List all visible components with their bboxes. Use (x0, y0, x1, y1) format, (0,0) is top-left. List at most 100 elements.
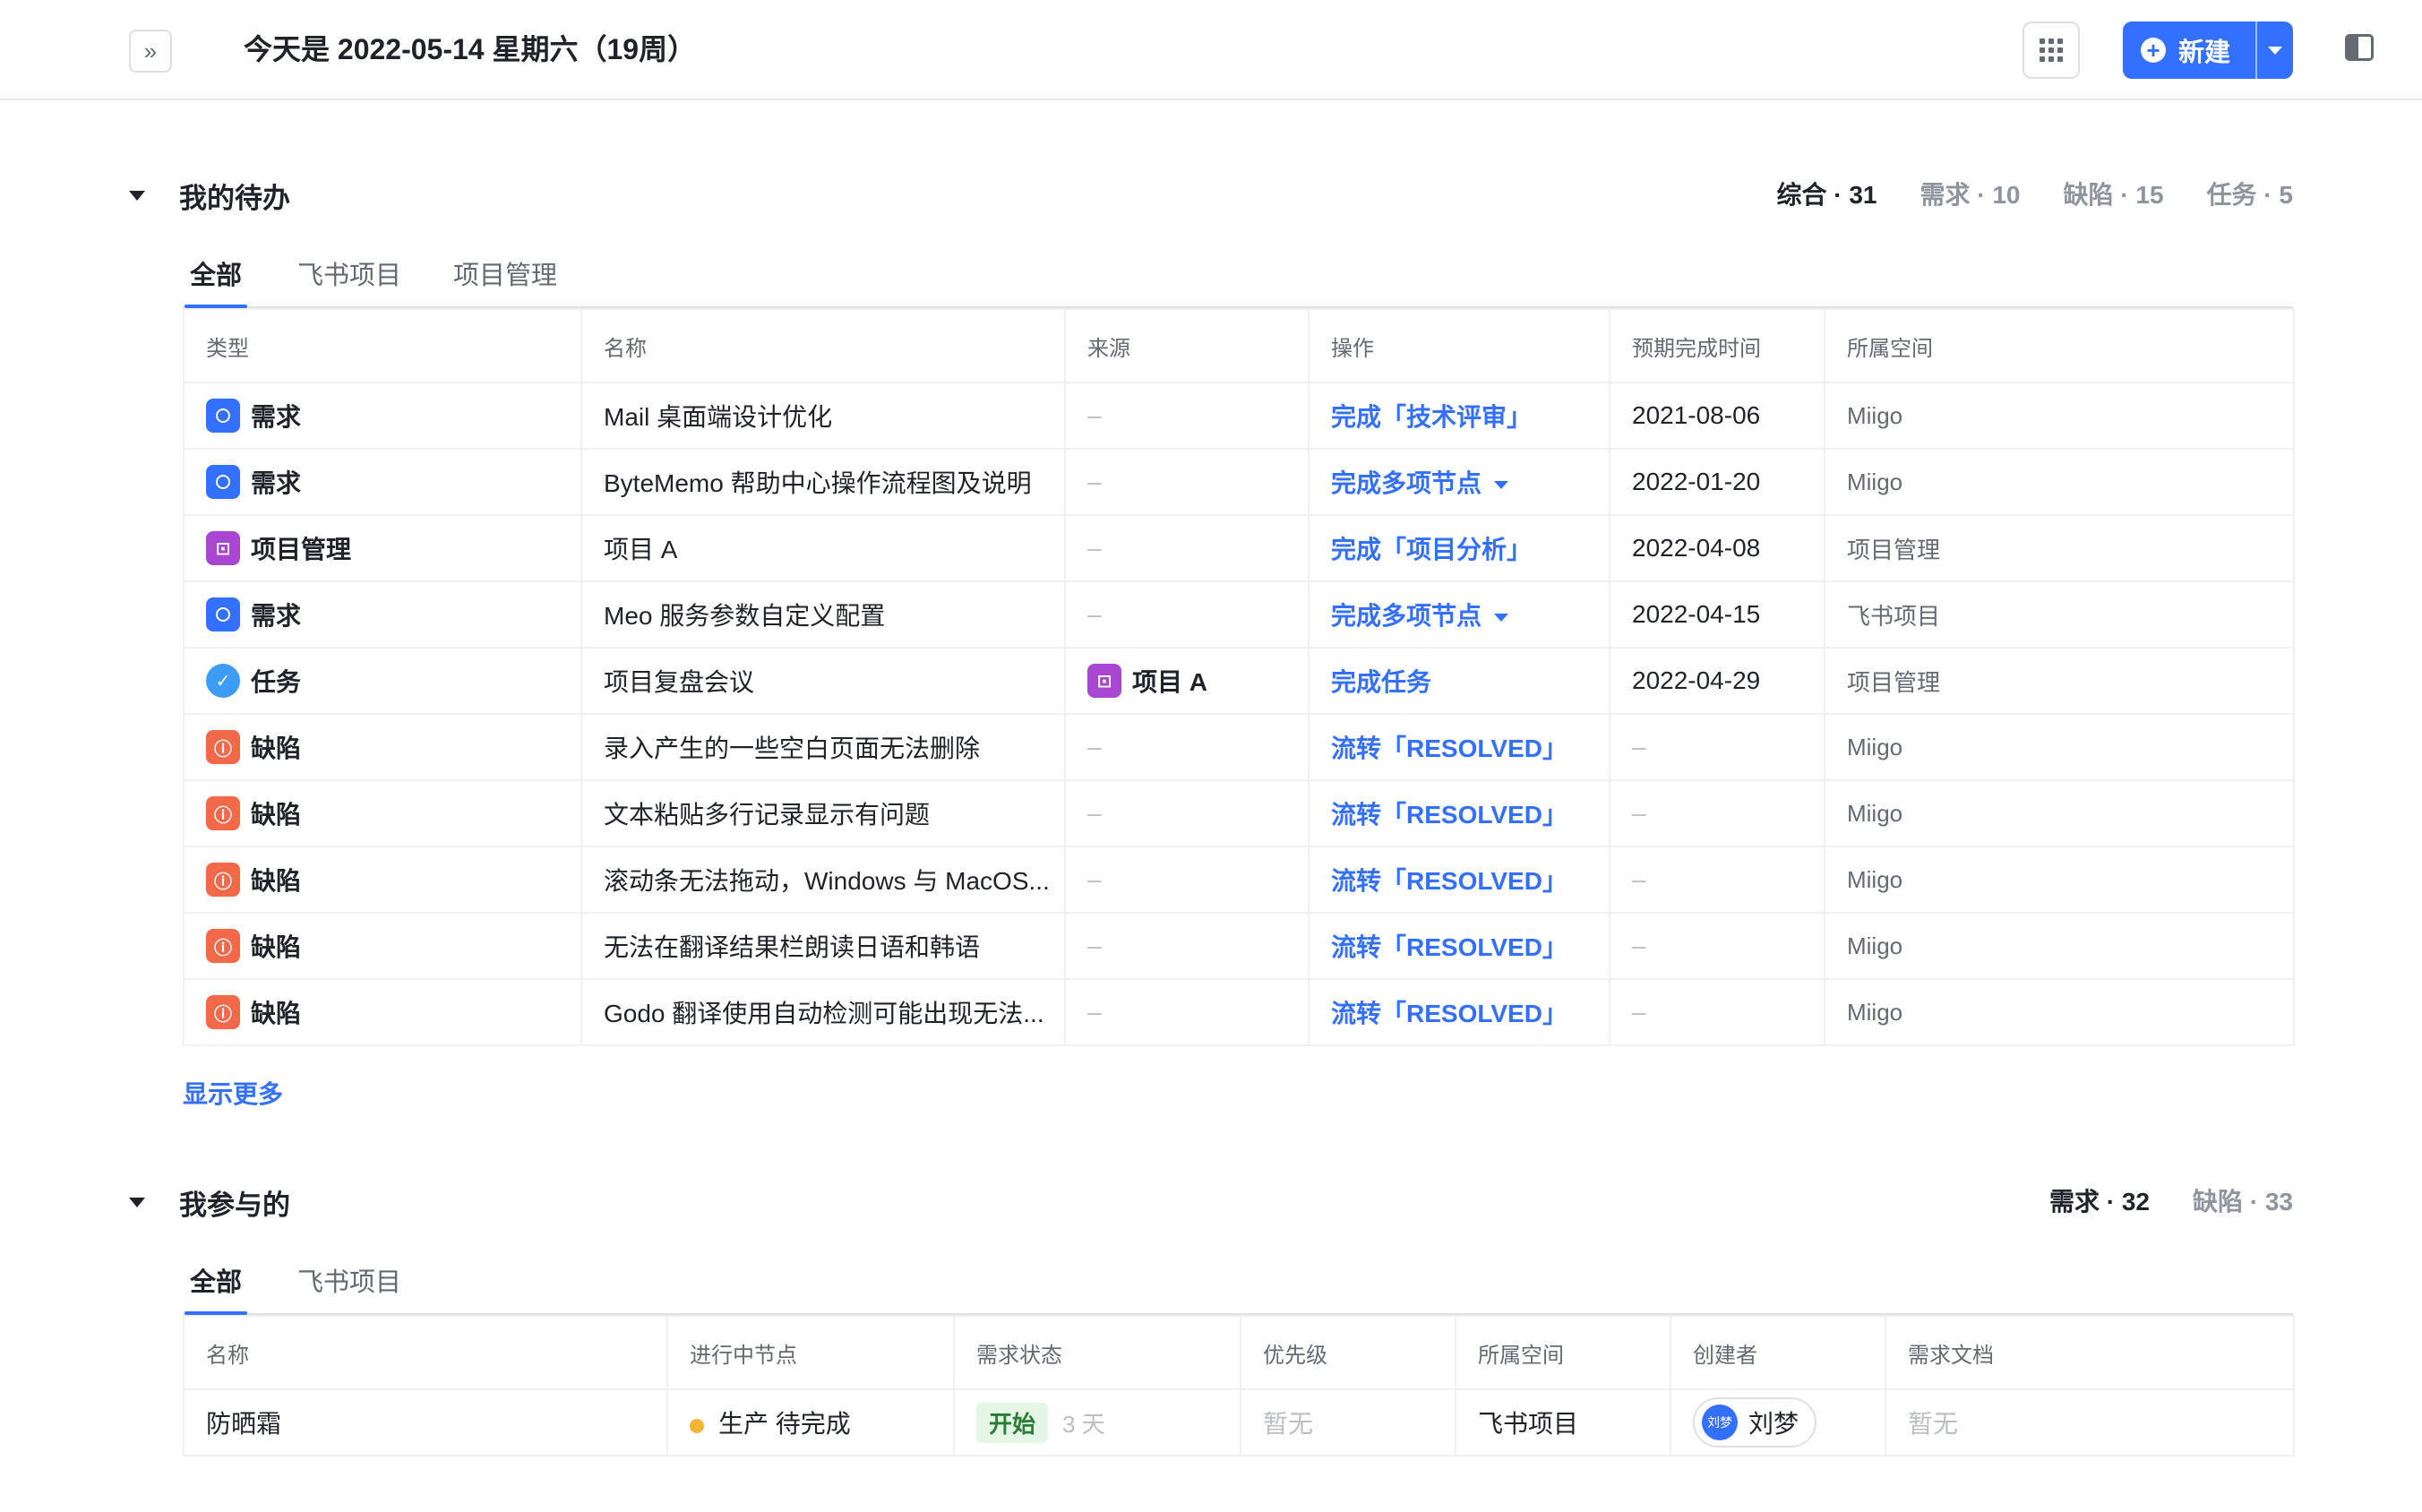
operation-cell[interactable]: 流转「RESOLVED」 (1308, 713, 1610, 781)
table-header-row: 类型 名称 来源 操作 预期完成时间 所属空间 (183, 308, 2295, 383)
new-dropdown-button[interactable] (2257, 46, 2293, 55)
stat-filter[interactable]: 需求 · 10 (1920, 176, 2020, 211)
stat-filter[interactable]: 需求 · 32 (2049, 1182, 2150, 1218)
tab-feishu-project[interactable]: 飞书项目 (297, 254, 401, 306)
due-date: 2022-04-08 (1609, 514, 1825, 582)
due-date: 2022-04-15 (1609, 580, 1825, 649)
creator-chip[interactable]: 刘梦 刘梦 (1693, 1397, 1817, 1448)
section-title: 我的待办 (179, 183, 290, 214)
operation-cell[interactable]: 流转「RESOLVED」 (1308, 779, 1610, 847)
item-name[interactable]: 录入产生的一些空白页面无法删除 (580, 713, 1066, 781)
operation-cell[interactable]: 流转「RESOLVED」 (1308, 912, 1610, 980)
operation-cell[interactable]: 完成任务 (1308, 647, 1610, 715)
operation-link[interactable]: 完成「项目分析」 (1331, 536, 1532, 563)
apps-button[interactable] (2023, 21, 2080, 79)
side-panel-toggle-icon[interactable] (2345, 34, 2374, 61)
table-row[interactable]: 需求 ByteMemo 帮助中心操作流程图及说明 – 完成多项节点 2022-01-20… (183, 448, 2295, 516)
bug-icon: ⓘ (206, 730, 240, 764)
tab-project-management[interactable]: 项目管理 (453, 254, 557, 306)
show-more-link[interactable]: 显示更多 (183, 1075, 283, 1111)
status-cell[interactable]: 开始 3 天 (953, 1388, 1241, 1456)
item-name[interactable]: Godo 翻译使用自动检测可能出现无法... (580, 978, 1066, 1046)
node-label: 生产 待完成 (718, 1410, 851, 1438)
collapse-caret-icon[interactable] (129, 1198, 145, 1207)
operation-cell[interactable]: 完成「项目分析」 (1308, 514, 1610, 582)
operation-link[interactable]: 流转「RESOLVED」 (1331, 1000, 1567, 1027)
stat-filter[interactable]: 任务 · 5 (2207, 176, 2293, 211)
table-row[interactable]: 需求 Meo 服务参数自定义配置 – 完成多项节点 2022-04-15 飞书项目 (183, 580, 2295, 649)
operation-cell[interactable]: 流转「RESOLVED」 (1308, 846, 1610, 914)
operation-link[interactable]: 完成多项节点 (1331, 602, 1482, 630)
due-date: – (1609, 713, 1825, 781)
operation-link[interactable]: 流转「RESOLVED」 (1331, 867, 1567, 895)
table-header-row: 名称 进行中节点 需求状态 优先级 所属空间 创建者 需求文档 (183, 1315, 2295, 1390)
source-value: – (1087, 401, 1102, 429)
item-name[interactable]: 文本粘贴多行记录显示有问题 (580, 779, 1066, 847)
table-row[interactable]: ⓘ 缺陷 滚动条无法拖动，Windows 与 MacOS... – 流转「RESOLVE… (183, 846, 2295, 914)
item-name[interactable]: 防晒霜 (183, 1388, 668, 1456)
collapse-caret-icon[interactable] (129, 191, 145, 201)
table-row[interactable]: ⓘ 缺陷 录入产生的一些空白页面无法删除 – 流转「RESOLVED」 – Miigo (183, 713, 2295, 781)
operation-link[interactable]: 流转「RESOLVED」 (1331, 801, 1567, 829)
column-header: 优先级 (1240, 1315, 1456, 1390)
stat-filter[interactable]: 综合 · 31 (1776, 176, 1877, 211)
tab-feishu-project[interactable]: 飞书项目 (297, 1261, 401, 1313)
operation-cell[interactable]: 完成多项节点 (1308, 580, 1610, 649)
stat-filter[interactable]: 缺陷 · 33 (2193, 1182, 2293, 1218)
operation-link[interactable]: 完成任务 (1331, 668, 1431, 696)
column-header: 所属空间 (1824, 308, 2295, 383)
operation-link[interactable]: 完成「技术评审」 (1331, 403, 1532, 431)
item-name[interactable]: Mail 桌面端设计优化 (580, 382, 1066, 450)
todo-tabs: 全部 飞书项目 项目管理 (183, 245, 2293, 308)
item-name[interactable]: 无法在翻译结果栏朗读日语和韩语 (580, 912, 1066, 980)
bug-icon: ⓘ (206, 995, 240, 1029)
table-row[interactable]: ⓘ 缺陷 无法在翻译结果栏朗读日语和韩语 – 流转「RESOLVED」 – Miigo (183, 912, 2295, 980)
table-row[interactable]: ✓ 任务 项目复盘会议 ⊡ 项目 A 完成任务 2022-04-29 项目管理 (183, 647, 2295, 715)
caret-down-icon[interactable] (1494, 481, 1509, 490)
space-cell: 飞书项目 (1455, 1388, 1671, 1456)
operation-link[interactable]: 流转「RESOLVED」 (1331, 933, 1567, 961)
operation-cell[interactable]: 完成「技术评审」 (1308, 382, 1610, 450)
column-header: 类型 (183, 308, 582, 383)
type-label: 缺陷 (251, 867, 302, 895)
operation-cell[interactable]: 完成多项节点 (1308, 448, 1610, 516)
item-name[interactable]: 滚动条无法拖动，Windows 与 MacOS... (580, 846, 1066, 914)
source-cell: – (1064, 912, 1310, 980)
tab-all[interactable]: 全部 (184, 254, 248, 308)
operation-cell[interactable]: 流转「RESOLVED」 (1308, 978, 1610, 1046)
table-row[interactable]: ⓘ 缺陷 文本粘贴多行记录显示有问题 – 流转「RESOLVED」 – Miigo (183, 779, 2295, 847)
source-link[interactable]: 项目 A (1132, 663, 1207, 699)
column-header: 预期完成时间 (1609, 308, 1825, 383)
table-row[interactable]: 防晒霜 生产 待完成 开始 3 天暂无 飞书项目 刘梦 刘梦 暂无 (183, 1388, 2295, 1456)
tab-all[interactable]: 全部 (184, 1261, 248, 1315)
item-name[interactable]: 项目 A (580, 514, 1066, 582)
table-row[interactable]: ⓘ 缺陷 Godo 翻译使用自动检测可能出现无法... – 流转「RESOLVED」 – M… (183, 978, 2295, 1046)
item-name[interactable]: Meo 服务参数自定义配置 (580, 580, 1066, 649)
requirement-icon (206, 597, 240, 631)
operation-link[interactable]: 流转「RESOLVED」 (1331, 735, 1567, 762)
space-cell: Miigo (1824, 846, 2295, 914)
type-label: 缺陷 (251, 801, 302, 829)
status-badge[interactable]: 开始 (976, 1402, 1049, 1443)
item-name[interactable]: ByteMemo 帮助中心操作流程图及说明 (580, 448, 1066, 516)
doc-cell: 暂无 (1885, 1388, 2295, 1456)
new-button[interactable]: + 新建 (2123, 21, 2255, 79)
item-name[interactable]: 项目复盘会议 (580, 647, 1066, 715)
space-cell: Miigo (1824, 978, 2295, 1046)
operation-link[interactable]: 完成多项节点 (1331, 469, 1482, 497)
todo-section-header[interactable]: 我的待办 (129, 176, 290, 216)
space-cell: 项目管理 (1824, 647, 2295, 715)
expand-sidebar-button[interactable]: » (129, 30, 172, 73)
type-cell: ⊡ 项目管理 (183, 514, 582, 582)
new-button-group: + 新建 (2123, 21, 2293, 79)
source-cell: – (1064, 580, 1310, 649)
stat-filter[interactable]: 缺陷 · 15 (2064, 176, 2164, 211)
due-date: – (1609, 978, 1825, 1046)
table-row[interactable]: 需求 Mail 桌面端设计优化 – 完成「技术评审」 2021-08-06 Miigo (183, 382, 2295, 450)
source-value: – (1087, 865, 1102, 893)
caret-down-icon[interactable] (1494, 614, 1509, 623)
table-row[interactable]: ⊡ 项目管理 项目 A – 完成「项目分析」 2022-04-08 项目管理 (183, 514, 2295, 582)
involved-section-header[interactable]: 我参与的 (129, 1182, 290, 1223)
column-header: 需求状态 (953, 1315, 1241, 1390)
type-cell: ✓ 任务 (183, 647, 582, 715)
